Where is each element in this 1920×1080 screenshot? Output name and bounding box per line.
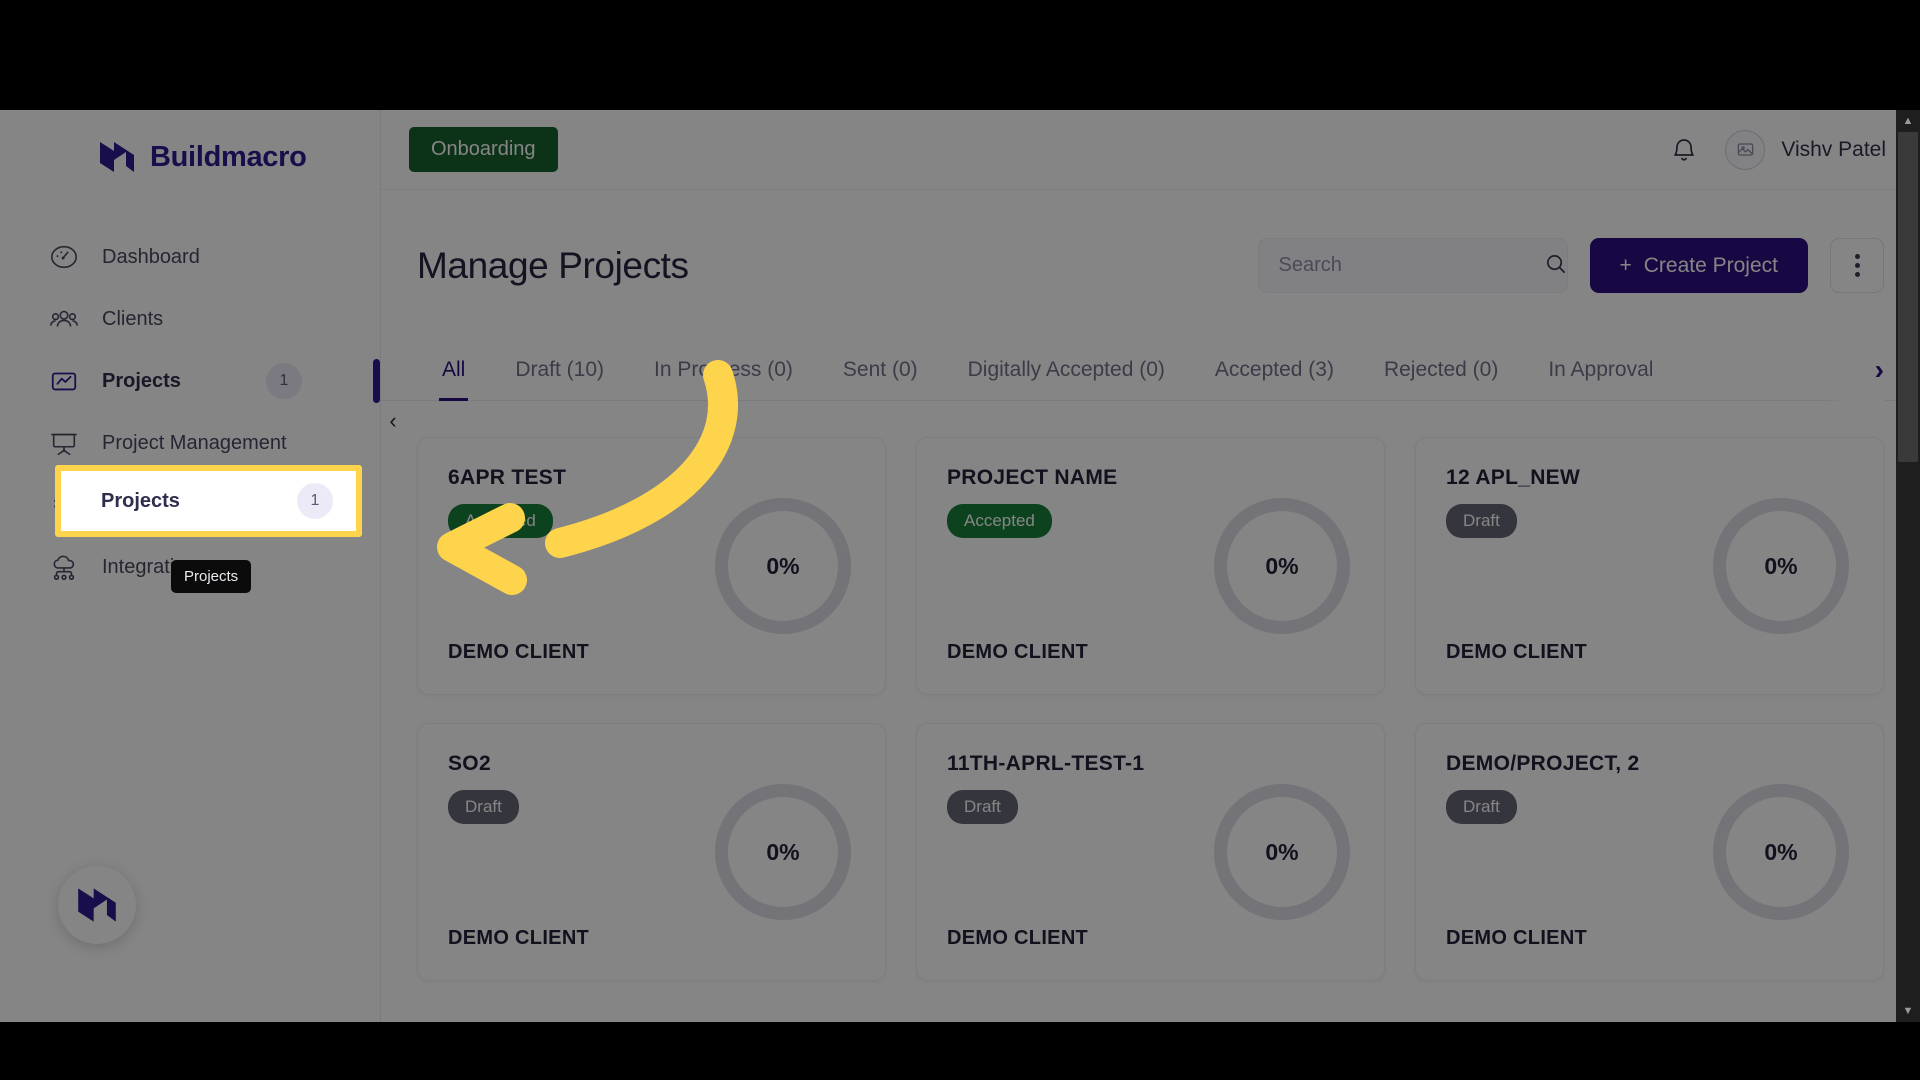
user-chip[interactable]: Vishv Patel <box>1725 129 1886 170</box>
project-card[interactable]: DEMO/PROJECT, 2 Draft DEMO CLIENT 0% <box>1415 723 1884 981</box>
sidebar-item-label: Projects <box>102 369 181 392</box>
screen-root: Buildmacro Dashboard Clients Projects 1 … <box>0 0 1920 1080</box>
status-badge: Draft <box>448 790 519 824</box>
tab-sent[interactable]: Sent (0) <box>818 339 943 401</box>
sidebar-item-label: Integration <box>102 555 197 578</box>
progress-donut: 0% <box>715 784 851 920</box>
project-card[interactable]: 11TH-APRL-TEST-1 Draft DEMO CLIENT 0% <box>916 723 1385 981</box>
progress-value: 0% <box>766 552 800 579</box>
bell-icon[interactable] <box>1669 134 1699 166</box>
project-client: DEMO CLIENT <box>947 641 1089 663</box>
triangle-up-icon[interactable]: ▲ <box>1896 110 1920 132</box>
progress-value: 0% <box>1265 552 1299 579</box>
sidebar-item-project-management[interactable]: Project Management <box>0 412 380 474</box>
buildmacro-logo-icon <box>98 140 136 174</box>
progress-value: 0% <box>1764 838 1798 865</box>
topbar: Onboarding Vishv Patel <box>381 110 1920 190</box>
topbar-right: Vishv Patel <box>1669 129 1886 170</box>
sidebar-collapse-button[interactable]: ‹ <box>381 407 405 435</box>
project-client: DEMO CLIENT <box>448 641 590 663</box>
tab-rejected[interactable]: Rejected (0) <box>1359 339 1523 401</box>
active-indicator <box>373 359 380 403</box>
create-project-button[interactable]: + Create Project <box>1589 238 1808 293</box>
search-input[interactable] <box>1278 254 1544 277</box>
scrollbar-thumb[interactable] <box>1898 132 1918 462</box>
tab-in-approval[interactable]: In Approval <box>1523 339 1678 401</box>
page-title: Manage Projects <box>417 244 689 286</box>
status-badge: Draft <box>947 790 1018 824</box>
chevron-right-icon[interactable]: › <box>1826 339 1884 401</box>
project-name: DEMO/PROJECT, 2 <box>1446 752 1640 775</box>
progress-donut: 0% <box>1713 784 1849 920</box>
progress-donut: 0% <box>1214 784 1350 920</box>
header-tools: + Create Project <box>1257 238 1884 293</box>
buildmacro-mark-icon[interactable] <box>58 866 136 944</box>
project-client: DEMO CLIENT <box>448 927 590 949</box>
status-badge: Draft <box>1446 790 1517 824</box>
user-name: Vishv Patel <box>1781 137 1886 161</box>
status-badge: Accepted <box>448 504 553 538</box>
gear-icon <box>48 489 80 521</box>
project-name: 6APR TEST <box>448 466 567 489</box>
project-client: DEMO CLIENT <box>1446 927 1588 949</box>
triangle-down-icon[interactable]: ▼ <box>1896 1000 1920 1022</box>
presentation-board-icon <box>48 427 80 459</box>
brand-name: Buildmacro <box>150 140 307 173</box>
project-client: DEMO CLIENT <box>947 927 1089 949</box>
tab-all[interactable]: All <box>417 339 490 401</box>
progress-donut: 0% <box>1214 498 1350 634</box>
project-card[interactable]: SO2 Draft DEMO CLIENT 0% <box>417 723 886 981</box>
project-card[interactable]: 12 APL_NEW Draft DEMO CLIENT 0% <box>1415 437 1884 695</box>
project-card[interactable]: 6APR TEST Accepted DEMO CLIENT 0% <box>417 437 886 695</box>
speedometer-icon <box>48 241 80 273</box>
sidebar-item-projects[interactable]: Projects 1 <box>0 350 380 412</box>
progress-donut: 0% <box>715 498 851 634</box>
vertical-scrollbar[interactable]: ▲ ▼ <box>1896 110 1920 1022</box>
main-content: Onboarding Vishv Patel Manage Projects S… <box>381 110 1920 1022</box>
projects-grid: 6APR TEST Accepted DEMO CLIENT 0% PROJEC… <box>381 401 1920 981</box>
status-tabs: All Draft (10) In Progress (0) Sent (0) … <box>381 339 1920 401</box>
progress-value: 0% <box>1265 838 1299 865</box>
project-name: 11TH-APRL-TEST-1 <box>947 752 1145 775</box>
sidebar-item-integration[interactable]: Integration <box>0 536 380 598</box>
chart-box-icon <box>48 365 80 397</box>
cloud-network-icon <box>48 551 80 583</box>
sidebar-item-label: Dashboard <box>102 245 200 268</box>
tab-digitally-accepted[interactable]: Digitally Accepted (0) <box>943 339 1190 401</box>
sidebar-item-dashboard[interactable]: Dashboard <box>0 226 380 288</box>
sidebar-item-setup[interactable]: Setup <box>0 474 380 536</box>
project-name: 12 APL_NEW <box>1446 466 1581 489</box>
search-icon[interactable] <box>1544 252 1567 280</box>
onboarding-button[interactable]: Onboarding <box>409 127 558 172</box>
progress-value: 0% <box>1764 552 1798 579</box>
image-placeholder-icon <box>1725 129 1766 170</box>
sidebar-item-label: Clients <box>102 307 164 330</box>
tabs-scroller[interactable]: All Draft (10) In Progress (0) Sent (0) … <box>381 339 1920 401</box>
sidebar: Buildmacro Dashboard Clients Projects 1 … <box>0 110 381 1022</box>
sidebar-item-label: Setup <box>102 493 155 516</box>
status-badge: Draft <box>1446 504 1517 538</box>
vertical-dots-icon[interactable] <box>1830 238 1884 293</box>
brand: Buildmacro <box>0 110 380 174</box>
sidebar-item-label: Project Management <box>102 431 287 454</box>
people-group-icon <box>48 303 80 335</box>
sidebar-item-clients[interactable]: Clients <box>0 288 380 350</box>
progress-donut: 0% <box>1713 498 1849 634</box>
page-header: Manage Projects + Create Project <box>381 190 1920 293</box>
sidebar-nav: Dashboard Clients Projects 1 Project Man… <box>0 226 380 598</box>
project-client: DEMO CLIENT <box>1446 641 1588 663</box>
application-window: Buildmacro Dashboard Clients Projects 1 … <box>0 110 1920 1022</box>
status-badge: Accepted <box>947 504 1052 538</box>
tab-accepted[interactable]: Accepted (3) <box>1190 339 1359 401</box>
search-box[interactable] <box>1257 238 1568 293</box>
create-project-label: Create Project <box>1643 253 1778 277</box>
plus-icon: + <box>1619 253 1632 277</box>
project-card[interactable]: PROJECT NAME Accepted DEMO CLIENT 0% <box>916 437 1385 695</box>
tab-draft[interactable]: Draft (10) <box>490 339 629 401</box>
progress-value: 0% <box>766 838 800 865</box>
tab-in-progress[interactable]: In Progress (0) <box>629 339 818 401</box>
project-name: PROJECT NAME <box>947 466 1118 489</box>
sidebar-item-badge: 1 <box>266 363 302 399</box>
project-name: SO2 <box>448 752 491 775</box>
